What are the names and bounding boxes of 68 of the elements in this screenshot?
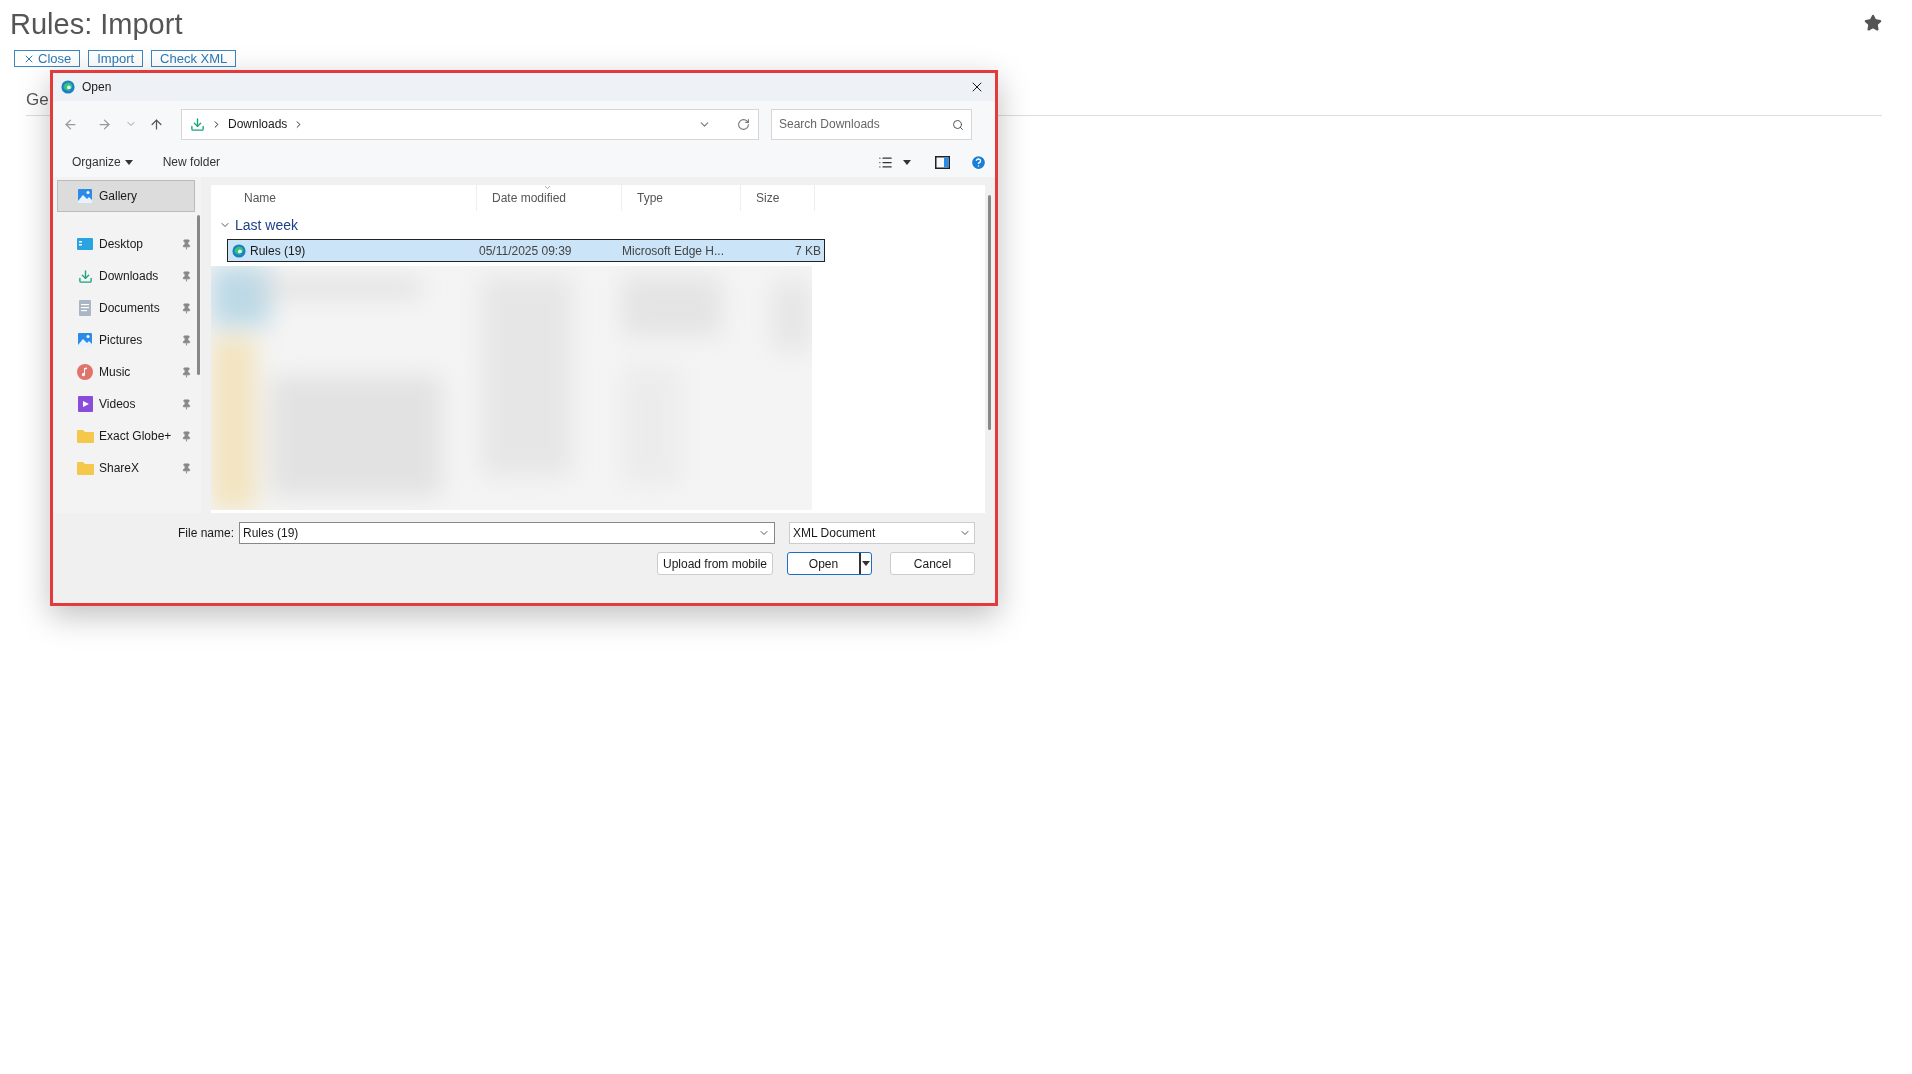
sidebar-label: Downloads bbox=[99, 268, 160, 285]
column-header[interactable]: Date modified bbox=[477, 185, 622, 211]
file-row[interactable]: Rules (19) 05/11/2025 09:39 Microsoft Edge H... 7 KB bbox=[227, 239, 825, 262]
document-icon bbox=[78, 300, 92, 316]
tab-label[interactable]: Ge bbox=[26, 87, 49, 113]
sidebar-item[interactable]: Gallery bbox=[57, 180, 195, 212]
sidebar-item[interactable]: Exact Globe+ bbox=[57, 420, 195, 452]
dialog-button[interactable]: Upload from mobile bbox=[657, 552, 773, 575]
file-name-field[interactable]: Rules (19) bbox=[239, 522, 775, 544]
sidebar-label: Pictures bbox=[99, 332, 144, 349]
sidebar-label: Desktop bbox=[99, 236, 145, 253]
file-name-label: File name: bbox=[177, 525, 234, 542]
column-header[interactable]: Type bbox=[622, 185, 741, 211]
view-list-icon[interactable] bbox=[878, 154, 893, 170]
folder-icon bbox=[76, 461, 94, 475]
file-date: 05/11/2025 09:39 bbox=[478, 242, 573, 260]
sidebar-item[interactable]: Documents bbox=[57, 292, 195, 324]
preview-pane-icon[interactable] bbox=[935, 155, 950, 169]
browser-icon bbox=[61, 80, 75, 94]
browser-icon bbox=[232, 243, 246, 258]
video-icon bbox=[77, 396, 93, 412]
address-bar[interactable]: Downloads bbox=[181, 108, 759, 140]
sidebar-item[interactable]: Music bbox=[57, 356, 195, 388]
pictures-icon bbox=[77, 188, 93, 204]
column-header[interactable]: Size bbox=[741, 185, 815, 211]
refresh-icon[interactable] bbox=[737, 117, 750, 131]
organize-menu[interactable]: Organize bbox=[72, 153, 133, 171]
sidebar-item[interactable]: Pictures bbox=[57, 324, 195, 356]
dialog-title: Open bbox=[82, 79, 113, 96]
sidebar-label: Music bbox=[99, 364, 132, 381]
action-button[interactable]: Import bbox=[88, 50, 144, 67]
sidebar-label: ShareX bbox=[99, 460, 141, 477]
forward-arrow-icon bbox=[97, 116, 112, 132]
group-header[interactable]: Last week bbox=[219, 211, 985, 239]
help-icon[interactable] bbox=[970, 153, 987, 171]
sidebar-label: Videos bbox=[99, 396, 137, 413]
sidebar-item[interactable]: Downloads bbox=[57, 260, 195, 292]
dialog-button[interactable]: Cancel bbox=[890, 552, 975, 575]
download-icon bbox=[77, 268, 93, 284]
file-size: 7 KB bbox=[794, 242, 822, 260]
group-label: Last week bbox=[235, 215, 299, 235]
file-type-dropdown[interactable]: XML Document bbox=[789, 522, 975, 544]
search-field[interactable]: Search Downloads bbox=[771, 108, 972, 140]
file-type: Microsoft Edge H... bbox=[621, 242, 726, 260]
action-button[interactable]: Check XML bbox=[151, 50, 237, 67]
page-title: Rules: Import bbox=[10, 7, 183, 42]
file-name: Rules (19) bbox=[250, 242, 306, 260]
search-icon bbox=[952, 118, 964, 131]
music-icon bbox=[77, 364, 93, 380]
sidebar-item[interactable]: ShareX bbox=[57, 452, 195, 484]
caret-icon bbox=[124, 159, 133, 165]
column-header[interactable]: Name bbox=[229, 185, 477, 211]
sidebar-item[interactable]: Desktop bbox=[57, 228, 195, 260]
pictures-icon bbox=[77, 332, 93, 348]
favorite-star-icon[interactable] bbox=[1864, 14, 1882, 32]
sidebar-label: Exact Globe+ bbox=[99, 428, 173, 445]
caret-icon bbox=[862, 561, 870, 566]
sidebar-label: Gallery bbox=[99, 188, 138, 205]
sidebar-item[interactable]: Videos bbox=[57, 388, 195, 420]
desktop-icon bbox=[77, 237, 93, 251]
open-button[interactable]: Open bbox=[787, 552, 872, 575]
caret-icon[interactable] bbox=[903, 159, 911, 165]
close-button[interactable]: Close bbox=[14, 50, 81, 67]
breadcrumb-item[interactable]: Downloads bbox=[228, 115, 288, 133]
folder-icon bbox=[76, 429, 94, 443]
download-icon bbox=[190, 116, 205, 132]
new-folder-button[interactable]: New folder bbox=[162, 153, 221, 171]
sidebar-label: Documents bbox=[99, 300, 161, 317]
